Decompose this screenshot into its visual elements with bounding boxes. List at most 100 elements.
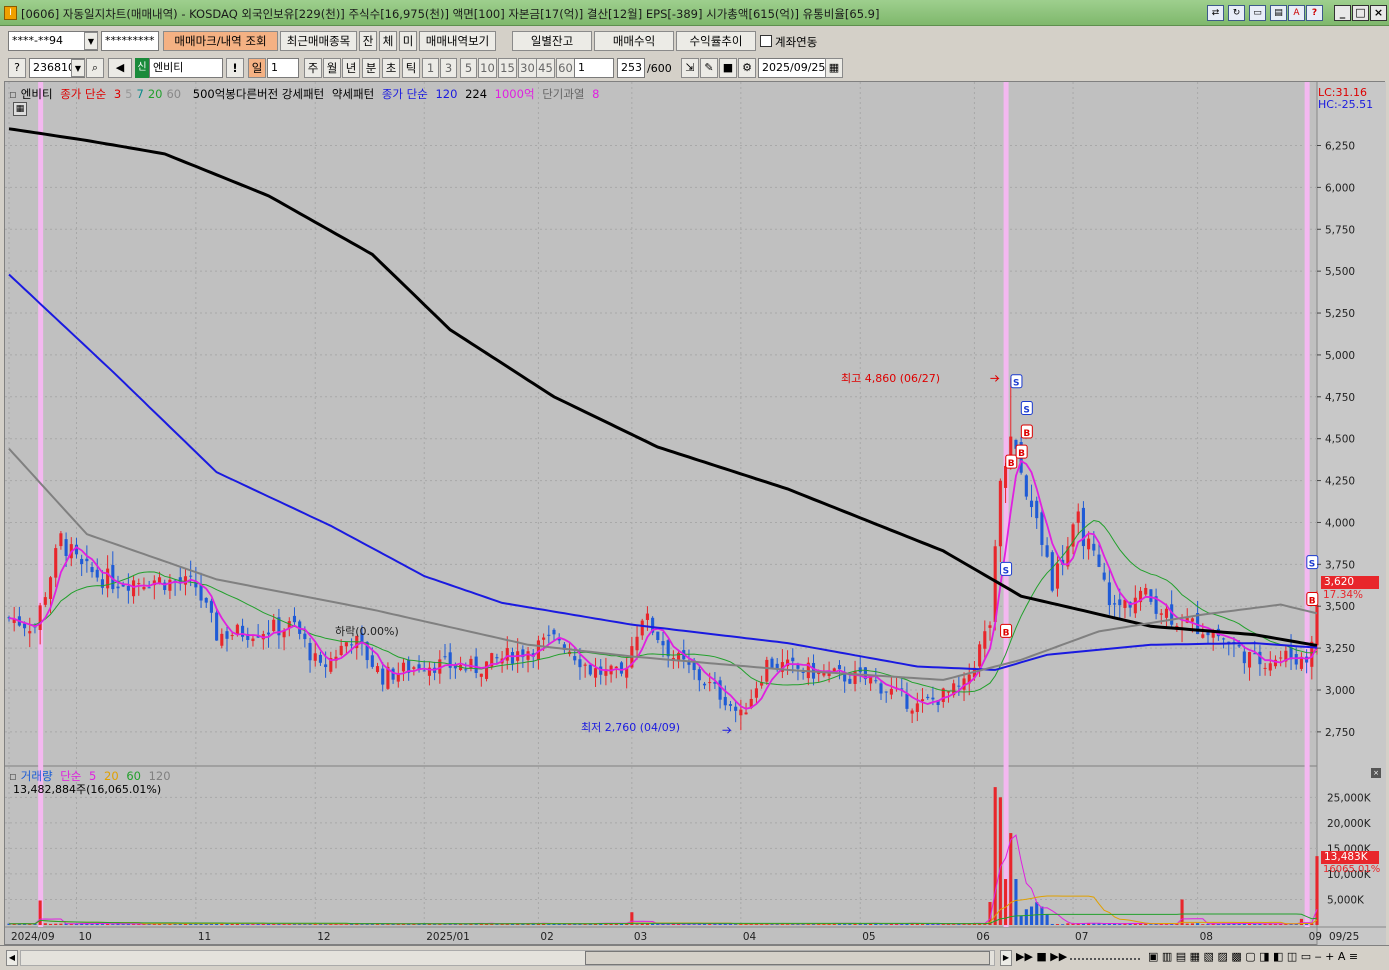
custom-interval-field[interactable]: 1	[574, 58, 614, 78]
legend-short-over-val: 8	[592, 87, 600, 101]
trade-mark-button[interactable]: 매매마크/내역 조회	[163, 31, 278, 51]
x-tick-label: 04	[743, 931, 757, 943]
volume-bar	[993, 787, 997, 925]
help-icon[interactable]: ?	[1306, 5, 1323, 21]
scroll-left-icon[interactable]: ◀	[6, 950, 18, 966]
candle-body	[147, 587, 151, 589]
scroll-thumb[interactable]	[585, 951, 990, 965]
trade-history-button[interactable]: 매매내역보기	[419, 31, 496, 51]
interval-5[interactable]: 5	[460, 58, 477, 78]
tab-monthly[interactable]: 월	[323, 58, 341, 78]
candle-body	[1097, 554, 1101, 567]
volume-bar	[1029, 906, 1034, 925]
grid-icon[interactable]: ▦	[13, 102, 27, 116]
toolbar-account: ****-**94 ▼ ********* 매매마크/내역 조회 최근매매종목 …	[0, 27, 1389, 54]
chart-area[interactable]: SBBSBSBSB 2,750 3,000 3,250 3,500 3,750 4,000…	[4, 81, 1386, 946]
candle-body	[168, 579, 172, 591]
recent-trades-button[interactable]: 최근매매종목	[280, 31, 357, 51]
legend-ma-120: 120	[435, 87, 458, 101]
candle-body	[381, 668, 385, 685]
sell-marker-label: S	[1003, 566, 1009, 576]
volume-bar	[651, 923, 655, 925]
volume-bar	[360, 924, 364, 925]
candle-body	[905, 693, 909, 709]
interval-30[interactable]: 30	[518, 58, 537, 78]
interval-15[interactable]: 15	[498, 58, 517, 78]
link-icon[interactable]: ?	[8, 58, 26, 78]
candle-body	[926, 696, 930, 699]
volume-bar	[1014, 879, 1018, 925]
zoom-in-icon[interactable]: ⇲	[681, 58, 699, 78]
candle-body	[1237, 644, 1241, 647]
date-field[interactable]: 2025/09/25	[758, 58, 828, 78]
volume-bar	[1102, 923, 1106, 925]
font-icon[interactable]: A	[1288, 5, 1305, 21]
vol-tick-label: 5,000K	[1327, 894, 1365, 906]
screen-icon[interactable]: ▭	[1249, 5, 1266, 21]
y-tick-label: 5,000	[1325, 350, 1355, 362]
alert-button[interactable]: !	[226, 58, 244, 78]
print-icon[interactable]: ▤	[1270, 5, 1287, 21]
candle-body	[702, 683, 707, 686]
tab-minute[interactable]: 분	[362, 58, 380, 78]
candle-body	[344, 642, 348, 647]
vol-tick-label: 20,000K	[1327, 818, 1372, 830]
candle-body	[1201, 634, 1205, 638]
interval-10[interactable]: 10	[478, 58, 497, 78]
password-field[interactable]: *********	[101, 31, 159, 51]
settings-icon[interactable]: ⚙	[738, 58, 756, 78]
executed-button[interactable]: 체	[379, 31, 397, 51]
playback-controls[interactable]: ▶▶ ■ ▶▶	[1016, 950, 1067, 963]
legend-ma-5: 5	[125, 87, 133, 101]
volume-bar	[1061, 924, 1065, 925]
interval-60[interactable]: 60	[556, 58, 575, 78]
speaker-icon[interactable]: ◀	[108, 58, 132, 78]
minimize-button[interactable]: _	[1334, 5, 1351, 21]
candle-body	[614, 666, 618, 669]
calendar-icon[interactable]: ▦	[825, 58, 843, 78]
interval-45[interactable]: 45	[536, 58, 555, 78]
stock-name-field[interactable]: 엔비티	[149, 58, 223, 78]
candle-body	[547, 634, 551, 636]
candle-body	[85, 558, 89, 562]
candle-body	[495, 657, 499, 659]
tab-daily[interactable]: 일	[248, 58, 266, 78]
return-trend-button[interactable]: 수익률추이	[676, 31, 756, 51]
candle-body	[1055, 563, 1060, 589]
candle-body	[215, 612, 219, 641]
maximize-button[interactable]: □	[1352, 5, 1369, 21]
tab-tick[interactable]: 틱	[402, 58, 420, 78]
volume-bar	[1315, 856, 1319, 925]
x-tick-label: 07	[1075, 931, 1088, 943]
refresh-icon[interactable]: ↻	[1228, 5, 1245, 21]
account-link-checkbox[interactable]	[760, 35, 772, 47]
search-icon[interactable]: ⌕	[86, 58, 104, 78]
scroll-right-icon[interactable]: ▶	[1000, 950, 1012, 966]
data-count-field[interactable]: 253	[617, 58, 645, 78]
chart-scrollbar[interactable]: ◀ ▶ ▶▶ ■ ▶▶ ▣ ▥ ▤ ▦ ▧ ▨ ▩ ▢ ◨ ◧ ◫ ▭ ‒ + …	[0, 945, 1389, 970]
tab-yearly[interactable]: 년	[342, 58, 360, 78]
volume-close-icon[interactable]: ×	[1371, 768, 1381, 778]
tab-second[interactable]: 초	[382, 58, 400, 78]
interval-1[interactable]: 1	[422, 58, 439, 78]
link-icon[interactable]: ⇄	[1207, 5, 1224, 21]
daily-count-field[interactable]: 1	[267, 58, 299, 78]
trade-profit-button[interactable]: 매매수익	[594, 31, 674, 51]
chevron-down-icon[interactable]: ▼	[71, 59, 85, 77]
x-tick-label: 11	[198, 931, 211, 943]
close-button[interactable]: ×	[1370, 5, 1387, 21]
candle-body	[1133, 597, 1137, 614]
chevron-down-icon[interactable]: ▼	[84, 32, 98, 50]
tab-weekly[interactable]: 주	[304, 58, 322, 78]
draw-icon[interactable]: ✎	[700, 58, 718, 78]
balance-button[interactable]: 잔	[359, 31, 377, 51]
zoom-slider[interactable]	[1070, 956, 1140, 960]
pending-button[interactable]: 미	[399, 31, 417, 51]
candle-body	[874, 680, 878, 682]
view-icons[interactable]: ▣ ▥ ▤ ▦ ▧ ▨ ▩ ▢ ◨ ◧ ◫ ▭ ‒ + A ≡	[1148, 950, 1358, 963]
price-chart[interactable]: SBBSBSBSB 2,7503,0003,2503,5003,7504,000…	[5, 82, 1386, 946]
save-icon[interactable]: ■	[719, 58, 737, 78]
interval-3[interactable]: 3	[440, 58, 457, 78]
candle-body	[1040, 512, 1044, 545]
daily-balance-button[interactable]: 일별잔고	[512, 31, 592, 51]
